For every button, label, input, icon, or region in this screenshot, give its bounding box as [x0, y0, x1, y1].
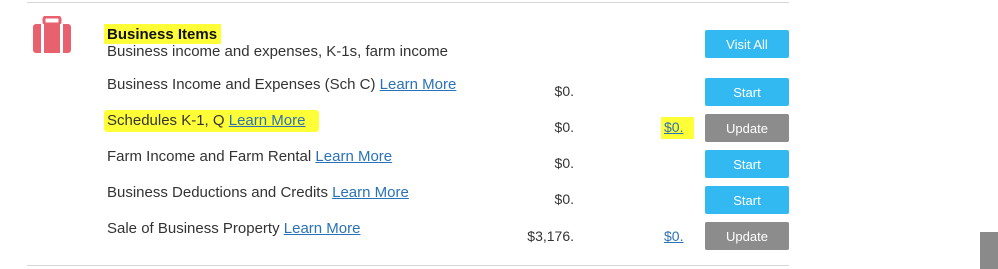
briefcase-icon	[33, 16, 71, 53]
row-amount: $0.	[554, 83, 574, 99]
row-sale-business-property: Sale of Business Property Learn More	[107, 220, 360, 237]
learn-more-link[interactable]: Learn More	[332, 184, 409, 201]
start-button[interactable]: Start	[705, 186, 789, 214]
row-label: Farm Income and Farm Rental	[107, 148, 312, 165]
row-amount: $0.	[554, 191, 574, 207]
row-label: Business Deductions and Credits	[107, 184, 328, 201]
learn-more-link[interactable]: Learn More	[315, 148, 392, 165]
top-divider	[27, 2, 789, 3]
row-schedules-k1: Schedules K-1, Q Learn More	[104, 110, 320, 132]
section-title: Business Items	[104, 24, 222, 44]
row-label: Business Income and Expenses (Sch C)	[107, 76, 376, 93]
row-refund-link[interactable]: $0.	[664, 228, 683, 244]
update-button[interactable]: Update	[705, 114, 789, 142]
row-amount: $3,176.	[527, 228, 574, 244]
start-button[interactable]: Start	[705, 78, 789, 106]
row-label: Sale of Business Property	[107, 220, 280, 237]
scrollbar-thumb[interactable]	[980, 232, 998, 269]
update-button[interactable]: Update	[705, 222, 789, 250]
learn-more-link[interactable]: Learn More	[380, 76, 457, 93]
section-subtitle: Business income and expenses, K-1s, farm…	[107, 43, 448, 60]
learn-more-link[interactable]: Learn More	[229, 112, 306, 129]
row-label: Schedules K-1, Q	[107, 112, 225, 129]
row-refund-link[interactable]: $0.	[661, 117, 695, 139]
row-amount: $0.	[554, 119, 574, 135]
start-button[interactable]: Start	[705, 150, 789, 178]
row-business-income: Business Income and Expenses (Sch C) Lea…	[107, 76, 456, 93]
bottom-divider	[27, 265, 789, 266]
row-business-deductions: Business Deductions and Credits Learn Mo…	[107, 184, 409, 201]
row-amount: $0.	[554, 155, 574, 171]
visit-all-button[interactable]: Visit All	[705, 30, 789, 58]
row-farm-income: Farm Income and Farm Rental Learn More	[107, 148, 392, 165]
learn-more-link[interactable]: Learn More	[284, 220, 361, 237]
